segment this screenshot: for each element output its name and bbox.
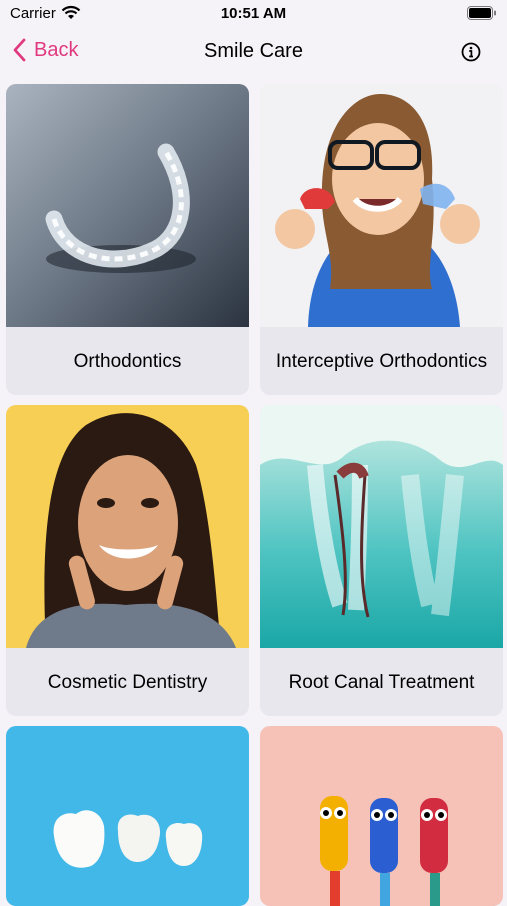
service-card-orthodontics[interactable]: Orthodontics (6, 84, 249, 395)
dental-crowns-image (6, 726, 249, 906)
service-card-cosmetic-dentistry[interactable]: Cosmetic Dentistry (6, 405, 249, 716)
info-icon (461, 42, 481, 62)
service-card-root-canal-treatment[interactable]: Root Canal Treatment (260, 405, 503, 716)
service-label: Root Canal Treatment (288, 671, 475, 693)
info-button[interactable] (461, 42, 481, 62)
aligner-image (6, 84, 249, 327)
service-card-toothbrushes[interactable] (260, 726, 503, 906)
navigation-bar: Back Smile Care (0, 30, 507, 74)
clock: 10:51 AM (220, 5, 287, 22)
service-card-interceptive-orthodontics[interactable]: Interceptive Orthodontics (260, 84, 503, 395)
service-label: Interceptive Orthodontics (275, 350, 488, 372)
status-bar: Carrier 10:51 AM (0, 0, 507, 28)
woman-smiling-image (6, 405, 249, 648)
service-label: Orthodontics (73, 350, 182, 372)
tooth-root-image (260, 405, 503, 648)
toothbrushes-image (260, 726, 503, 906)
battery-icon (467, 6, 497, 20)
service-card-crowns[interactable] (6, 726, 249, 906)
service-label: Cosmetic Dentistry (47, 671, 208, 693)
page-title: Smile Care (204, 40, 303, 62)
child-smiling-image (260, 84, 503, 327)
